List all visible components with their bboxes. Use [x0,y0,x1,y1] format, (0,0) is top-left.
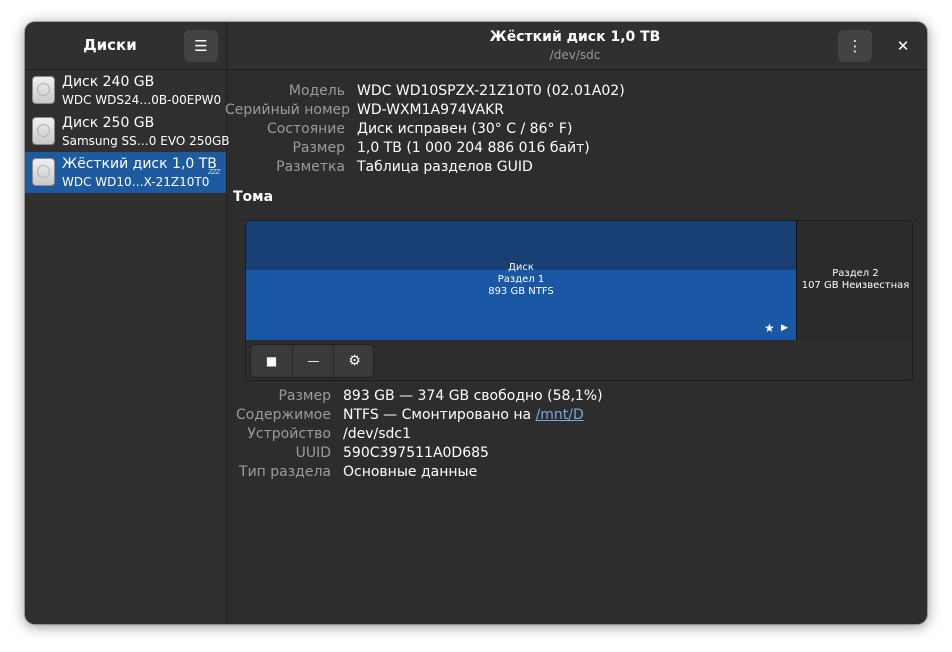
disk-list: Диск 240 GB WDC WDS24…0B-00EPW0 Диск 250… [25,70,230,624]
gear-icon: ⚙ [348,353,361,369]
unmount-button[interactable]: ■ [251,345,292,377]
disk-model: WDC WD10…X-21Z10T0 [62,175,210,189]
volumes-map: Диск Раздел 1 893 GB NTFS ★ ▶ Раздел 2 1… [245,220,913,381]
device-label: Устройство [247,426,331,442]
header-bar: Диски ☰ Жёсткий диск 1,0 TB /dev/sdc ⋮ ✕ [25,22,927,70]
close-icon: ✕ [896,37,910,55]
size-label: Размер [292,140,345,156]
partitioning-label: Разметка [276,159,345,175]
volumes-heading: Тома [233,189,274,205]
model-label: Модель [288,83,345,99]
mounted-play-icon: ▶ [781,323,788,333]
partition-type-label: Тип раздела [239,464,331,480]
serial-value: WD-WXM1A974VAKR [357,102,504,118]
drive-device-path: /dev/sdc [549,48,601,62]
disk-list-item[interactable]: Диск 250 GB Samsung SS…0 EVO 250GB [25,111,230,152]
state-value: Диск исправен (30° C / 86° F) [357,121,573,137]
partition-1-line-1: Диск [508,262,534,273]
partition-2-line-2: 107 GB Неизвестная [801,280,910,291]
kebab-menu-icon: ⋮ [847,37,863,55]
hard-drive-icon [32,158,55,186]
drive-options-button[interactable]: ⋮ [838,30,872,62]
hard-drive-icon [32,117,55,145]
disk-name: Диск 240 GB [62,74,155,90]
uuid-value: 590C397511A0D685 [343,445,489,461]
disk-list-item-selected[interactable]: Жёсткий диск 1,0 TB WDC WD10…X-21Z10T0 z… [25,152,226,193]
model-value: WDC WD10SPZX-21Z10T0 (02.01A02) [357,83,625,99]
contents-value: NTFS — Смонтировано на /mnt/D [343,407,584,423]
drive-title: Жёсткий диск 1,0 TB [489,29,661,45]
uuid-label: UUID [295,445,331,461]
sidebar-title: Диски [83,36,137,54]
contents-label: Содержимое [236,407,331,423]
stop-icon: ■ [265,354,278,368]
size-value: 1,0 TB (1 000 204 886 016 байт) [357,140,590,156]
contents-text: NTFS — Смонтировано на [343,407,536,423]
delete-partition-button[interactable]: — [292,345,334,377]
disk-model: Samsung SS…0 EVO 250GB [62,134,230,148]
serial-label: Серийный номер [225,102,351,118]
mount-point-link[interactable]: /mnt/D [536,407,584,423]
hamburger-icon: ☰ [194,37,208,55]
minus-icon: — [307,354,320,368]
hard-drive-icon [32,76,55,104]
partition-2-block[interactable]: Раздел 2 107 GB Неизвестная [797,221,912,340]
state-label: Состояние [266,121,345,137]
disks-window: Диски ☰ Жёсткий диск 1,0 TB /dev/sdc ⋮ ✕… [25,22,927,624]
sidebar-header: Диски ☰ [25,22,227,69]
partition-type-value: Основные данные [343,464,478,480]
main-menu-button[interactable]: ☰ [184,30,218,62]
partition-settings-button[interactable]: ⚙ [333,345,375,377]
sleep-icon: zzz [208,167,220,177]
partition-1-line-2: Раздел 1 [497,274,545,285]
star-icon: ★ [764,321,775,335]
partition-size-value: 893 GB — 374 GB свободно (58,1%) [343,388,603,404]
disk-list-item[interactable]: Диск 240 GB WDC WDS24…0B-00EPW0 [25,70,226,111]
partition-1-block[interactable]: Диск Раздел 1 893 GB NTFS ★ ▶ [246,221,797,340]
volume-toolbar: ■ — ⚙ [250,344,374,378]
partition-2-line-1: Раздел 2 [832,268,879,279]
disk-name: Диск 250 GB [62,115,155,131]
disk-name: Жёсткий диск 1,0 TB [62,156,217,172]
partitioning-value: Таблица разделов GUID [357,159,533,175]
device-value: /dev/sdc1 [343,426,412,442]
partition-size-label: Размер [278,388,331,404]
partition-1-line-3: 893 GB NTFS [488,286,554,297]
close-button[interactable]: ✕ [889,30,917,62]
disk-model: WDC WDS24…0B-00EPW0 [62,93,222,107]
